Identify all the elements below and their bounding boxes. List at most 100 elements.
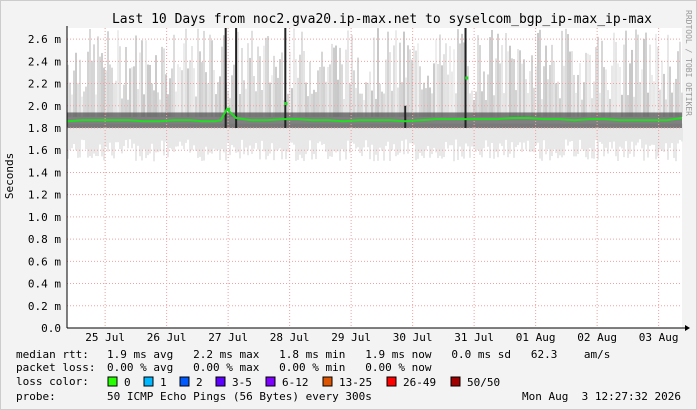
y-tick-label: 1.0 m xyxy=(28,211,61,224)
smoke-upper-band xyxy=(419,66,421,117)
smoke-lower-band xyxy=(135,123,137,161)
smoke-upper-band xyxy=(439,34,441,117)
smoke-upper-band xyxy=(537,32,539,117)
smoke-upper-band xyxy=(171,68,173,117)
smoke-upper-band xyxy=(335,45,337,117)
smoke-upper-band xyxy=(253,75,255,117)
smoke-lower-band xyxy=(545,123,547,155)
smoke-upper-band xyxy=(379,83,381,117)
smoke-lower-band xyxy=(373,123,375,162)
smoke-lower-band xyxy=(197,123,199,158)
smoke-lower-band xyxy=(113,123,115,159)
y-tick-label: 1.4 m xyxy=(28,166,61,179)
smoke-lower-band xyxy=(339,123,341,161)
smoke-lower-band xyxy=(507,123,509,158)
smoke-upper-band xyxy=(251,30,253,117)
smoke-upper-band xyxy=(73,70,75,117)
smoke-upper-band xyxy=(655,33,657,117)
smoke-upper-band xyxy=(413,46,415,117)
smoke-upper-band xyxy=(219,76,221,117)
smoke-lower-band xyxy=(513,123,515,158)
smoke-lower-band xyxy=(675,123,677,162)
smoke-upper-band xyxy=(169,78,171,117)
smoke-lower-band xyxy=(369,123,371,160)
smoke-upper-band xyxy=(267,36,269,117)
smoke-upper-band xyxy=(549,64,551,117)
smoke-upper-band xyxy=(585,52,587,117)
smoke-lower-band xyxy=(673,123,675,158)
smoke-lower-band xyxy=(89,123,91,157)
smoke-upper-band xyxy=(389,52,391,117)
smoke-upper-band xyxy=(495,58,497,117)
y-tick-label: 0.2 m xyxy=(28,300,61,313)
smoke-upper-band xyxy=(513,59,515,117)
smokeping-graph: Last 10 Days from noc2.gva20.ip-max.net … xyxy=(0,0,697,410)
smoke-lower-band xyxy=(561,123,563,158)
smoke-upper-band xyxy=(203,30,205,117)
smoke-upper-band xyxy=(645,32,647,117)
smoke-lower-band xyxy=(437,123,439,159)
smoke-lower-band xyxy=(311,123,313,160)
x-tick-label: 03 Aug xyxy=(639,331,679,344)
median-rtt-label: median rtt: xyxy=(16,348,89,361)
smoke-upper-band xyxy=(529,71,531,117)
smoke-lower-band xyxy=(591,123,593,159)
smoke-upper-band xyxy=(99,56,101,117)
smoke-upper-band xyxy=(231,75,233,117)
loss-color-swatch xyxy=(386,376,397,387)
timestamp: Mon Aug 3 12:27:32 2026 xyxy=(522,390,681,403)
smoke-upper-band xyxy=(193,68,195,117)
y-tick-label: 0.0 xyxy=(41,322,61,335)
smoke-upper-band xyxy=(79,59,81,117)
smoke-lower-band xyxy=(493,123,495,159)
smoke-lower-band xyxy=(461,123,463,157)
smoke-upper-band xyxy=(201,62,203,117)
smoke-upper-band xyxy=(553,60,555,117)
x-tick-label: 26 Jul xyxy=(147,331,187,344)
smoke-lower-band xyxy=(627,123,629,158)
smoke-upper-band xyxy=(441,65,443,117)
smoke-upper-band xyxy=(377,28,379,117)
smoke-upper-band xyxy=(579,63,581,117)
smoke-lower-band xyxy=(239,123,241,159)
smoke-upper-band xyxy=(301,31,303,117)
smoke-upper-band xyxy=(213,70,215,117)
smoke-upper-band xyxy=(509,45,511,117)
smoke-upper-band xyxy=(617,63,619,117)
smoke-upper-band xyxy=(629,63,631,117)
y-tick-label: 0.4 m xyxy=(28,278,61,291)
smoke-lower-band xyxy=(273,123,275,161)
x-tick-label: 01 Aug xyxy=(516,331,556,344)
smoke-lower-band xyxy=(377,123,379,161)
smoke-upper-band xyxy=(531,55,533,117)
smoke-lower-band xyxy=(87,123,89,158)
probe-label: probe: xyxy=(16,390,56,403)
smoke-lower-band xyxy=(633,123,635,157)
smoke-lower-band xyxy=(149,123,151,154)
smoke-upper-band xyxy=(661,60,663,117)
smoke-lower-band xyxy=(541,123,543,161)
y-tick-label: 2.6 m xyxy=(28,33,61,46)
smoke-upper-band xyxy=(443,54,445,117)
y-axis-label: Seconds xyxy=(3,153,16,199)
loss-color-label: loss color: xyxy=(16,375,89,388)
smoke-upper-band xyxy=(449,45,451,117)
smoke-upper-band xyxy=(191,46,193,117)
smoke-lower-band xyxy=(617,123,619,161)
smoke-upper-band xyxy=(483,71,485,117)
smoke-lower-band xyxy=(585,123,587,158)
smoke-upper-band xyxy=(91,60,93,117)
probe-description: 50 ICMP Echo Pings (56 Bytes) every 300s xyxy=(107,390,372,403)
smoke-lower-band xyxy=(95,123,97,157)
smoke-lower-band xyxy=(259,123,261,160)
smoke-lower-band xyxy=(199,123,201,157)
smoke-upper-band xyxy=(437,64,439,117)
loss-color-item-label: 0 xyxy=(124,376,131,389)
loss-color-item-label: 50/50 xyxy=(467,376,500,389)
y-tick-label: 1.8 m xyxy=(28,122,61,135)
smoke-upper-band xyxy=(241,47,243,117)
smoke-upper-band xyxy=(293,28,295,117)
smoke-upper-band xyxy=(249,57,251,117)
smoke-lower-band xyxy=(395,123,397,157)
smoke-lower-band xyxy=(145,123,147,159)
